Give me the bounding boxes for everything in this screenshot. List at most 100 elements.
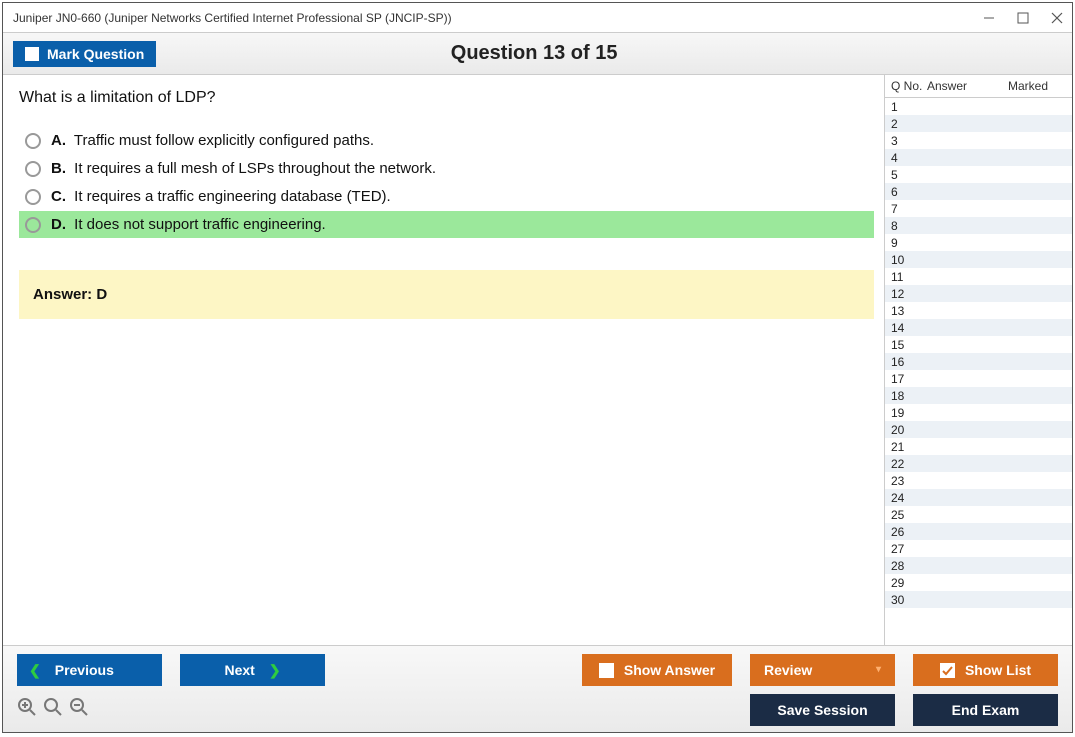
row-qno: 22 (891, 457, 927, 471)
question-row[interactable]: 23 (885, 472, 1072, 489)
save-session-label: Save Session (777, 702, 867, 718)
show-answer-button[interactable]: Show Answer (582, 654, 732, 686)
header-bar: Mark Question Question 13 of 15 (3, 33, 1072, 75)
question-row[interactable]: 22 (885, 455, 1072, 472)
radio-icon (25, 189, 41, 205)
next-button[interactable]: Next ❯ (180, 654, 325, 686)
next-label: Next (224, 662, 254, 678)
question-list-sidebar: Q No. Answer Marked 12345678910111213141… (884, 75, 1072, 645)
row-qno: 10 (891, 253, 927, 267)
col-qno: Q No. (891, 79, 927, 93)
question-row[interactable]: 10 (885, 251, 1072, 268)
checkbox-icon (599, 663, 614, 678)
row-qno: 27 (891, 542, 927, 556)
zoom-reset-icon[interactable] (43, 697, 63, 723)
row-qno: 2 (891, 117, 927, 131)
option-b[interactable]: B. It requires a full mesh of LSPs throu… (19, 155, 874, 182)
session-controls: Save Session End Exam (750, 694, 1058, 726)
options-list: A. Traffic must follow explicitly config… (19, 127, 874, 238)
row-qno: 13 (891, 304, 927, 318)
option-text: A. Traffic must follow explicitly config… (51, 132, 374, 149)
show-list-button[interactable]: Show List (913, 654, 1058, 686)
question-row[interactable]: 4 (885, 149, 1072, 166)
row-qno: 23 (891, 474, 927, 488)
row-qno: 6 (891, 185, 927, 199)
row-qno: 1 (891, 100, 927, 114)
row-qno: 16 (891, 355, 927, 369)
question-row[interactable]: 13 (885, 302, 1072, 319)
row-qno: 12 (891, 287, 927, 301)
question-text: What is a limitation of LDP? (19, 89, 874, 107)
window-controls (982, 11, 1064, 25)
row-qno: 5 (891, 168, 927, 182)
question-row[interactable]: 30 (885, 591, 1072, 608)
row-qno: 19 (891, 406, 927, 420)
col-marked: Marked (1008, 79, 1066, 93)
row-qno: 7 (891, 202, 927, 216)
question-row[interactable]: 1 (885, 98, 1072, 115)
close-icon[interactable] (1050, 11, 1064, 25)
review-label: Review (764, 662, 812, 678)
row-qno: 4 (891, 151, 927, 165)
zoom-controls (17, 697, 89, 723)
mark-question-label: Mark Question (47, 46, 144, 62)
question-row[interactable]: 14 (885, 319, 1072, 336)
question-row[interactable]: 21 (885, 438, 1072, 455)
footer: ❮ Previous Next ❯ Show Answer Review ▾ S… (3, 645, 1072, 732)
window-title: Juniper JN0-660 (Juniper Networks Certif… (13, 11, 982, 25)
option-d[interactable]: D. It does not support traffic engineeri… (19, 211, 874, 238)
row-qno: 18 (891, 389, 927, 403)
question-row[interactable]: 7 (885, 200, 1072, 217)
question-row[interactable]: 25 (885, 506, 1072, 523)
body: What is a limitation of LDP? A. Traffic … (3, 75, 1072, 645)
exam-window: Juniper JN0-660 (Juniper Networks Certif… (2, 2, 1073, 733)
question-row[interactable]: 15 (885, 336, 1072, 353)
question-row[interactable]: 19 (885, 404, 1072, 421)
row-qno: 15 (891, 338, 927, 352)
question-row[interactable]: 16 (885, 353, 1072, 370)
question-row[interactable]: 27 (885, 540, 1072, 557)
question-row[interactable]: 12 (885, 285, 1072, 302)
option-c[interactable]: C. It requires a traffic engineering dat… (19, 183, 874, 210)
option-text: B. It requires a full mesh of LSPs throu… (51, 160, 436, 177)
question-row[interactable]: 9 (885, 234, 1072, 251)
end-exam-button[interactable]: End Exam (913, 694, 1058, 726)
question-row[interactable]: 5 (885, 166, 1072, 183)
save-session-button[interactable]: Save Session (750, 694, 895, 726)
end-exam-label: End Exam (952, 702, 1020, 718)
question-row[interactable]: 20 (885, 421, 1072, 438)
zoom-out-icon[interactable] (69, 697, 89, 723)
previous-label: Previous (55, 662, 114, 678)
option-a[interactable]: A. Traffic must follow explicitly config… (19, 127, 874, 154)
question-row[interactable]: 26 (885, 523, 1072, 540)
option-text: D. It does not support traffic engineeri… (51, 216, 326, 233)
question-row[interactable]: 18 (885, 387, 1072, 404)
mark-question-button[interactable]: Mark Question (13, 41, 156, 67)
sidebar-header: Q No. Answer Marked (885, 75, 1072, 98)
zoom-in-icon[interactable] (17, 697, 37, 723)
question-row[interactable]: 2 (885, 115, 1072, 132)
question-row[interactable]: 8 (885, 217, 1072, 234)
question-panel: What is a limitation of LDP? A. Traffic … (3, 75, 884, 645)
answer-box: Answer: D (19, 270, 874, 319)
show-list-label: Show List (965, 662, 1031, 678)
row-qno: 25 (891, 508, 927, 522)
previous-button[interactable]: ❮ Previous (17, 654, 162, 686)
chevron-down-icon: ▾ (876, 665, 881, 675)
question-row[interactable]: 17 (885, 370, 1072, 387)
row-qno: 29 (891, 576, 927, 590)
question-row[interactable]: 24 (885, 489, 1072, 506)
question-row[interactable]: 6 (885, 183, 1072, 200)
row-qno: 9 (891, 236, 927, 250)
question-row[interactable]: 29 (885, 574, 1072, 591)
question-row[interactable]: 3 (885, 132, 1072, 149)
maximize-icon[interactable] (1016, 11, 1030, 25)
sidebar-rows[interactable]: 1234567891011121314151617181920212223242… (885, 98, 1072, 645)
radio-icon (25, 133, 41, 149)
minimize-icon[interactable] (982, 11, 996, 25)
question-row[interactable]: 28 (885, 557, 1072, 574)
question-row[interactable]: 11 (885, 268, 1072, 285)
radio-icon (25, 217, 41, 233)
review-button[interactable]: Review ▾ (750, 654, 895, 686)
row-qno: 30 (891, 593, 927, 607)
